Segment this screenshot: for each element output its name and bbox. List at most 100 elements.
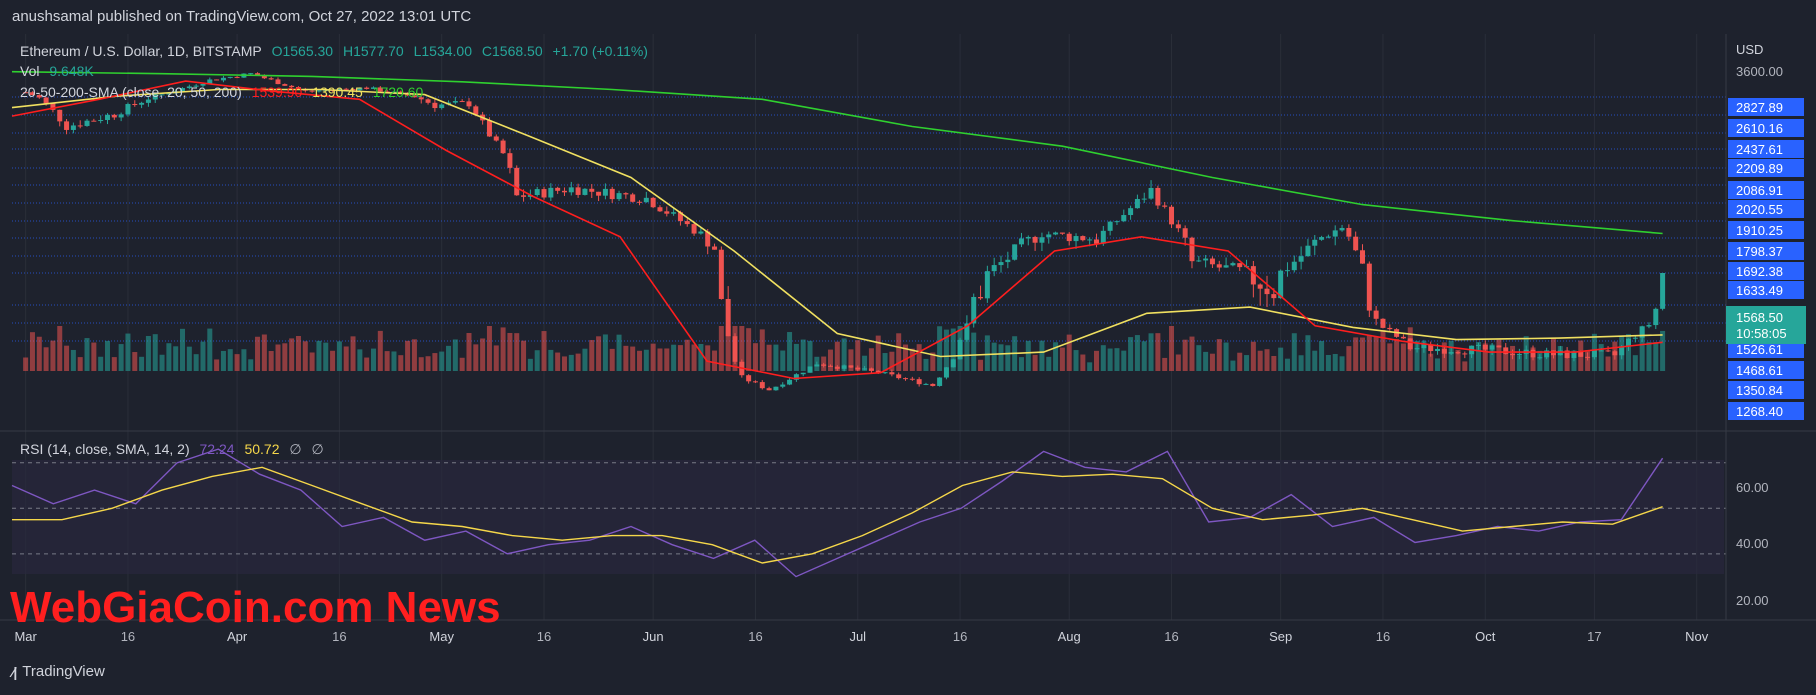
candle-body <box>937 377 943 386</box>
candle-body <box>1012 244 1018 260</box>
volume-bar <box>350 336 356 371</box>
volume-bar <box>766 344 772 371</box>
volume-bar <box>104 340 110 371</box>
volume-bar <box>343 346 349 371</box>
volume-bar <box>1032 354 1038 371</box>
candle-body <box>1305 245 1311 257</box>
volume-bar <box>261 334 267 371</box>
candle-body <box>923 383 929 385</box>
candle-body <box>821 364 827 366</box>
candle-body <box>568 187 574 193</box>
price-tick: 1268.40 <box>1736 404 1783 419</box>
price-axis[interactable]: USD 3600.00 2827.89 2610.16 2437.61 2209.89 20… <box>1726 42 1806 420</box>
candle-body <box>1141 198 1147 200</box>
candle-body <box>1134 198 1140 209</box>
candle-body <box>1039 237 1045 243</box>
candle-body <box>500 140 506 154</box>
volume-bar <box>868 348 874 371</box>
candle-body <box>514 167 520 196</box>
volume-bar <box>1298 355 1304 371</box>
candle-body <box>70 125 76 130</box>
symbol-name[interactable]: Ethereum / U.S. Dollar, 1D, BITSTAMP <box>20 43 262 59</box>
volume-bar <box>1100 345 1106 371</box>
volume-bar <box>1394 339 1400 371</box>
rsi-tick: 40.00 <box>1736 536 1769 551</box>
volume-bar <box>623 345 629 371</box>
sma-label[interactable]: 20-50-200-SMA (close, 20, 50, 200) <box>20 84 242 100</box>
volume-bar <box>1203 351 1209 371</box>
rsi-value: 72.24 <box>199 441 235 457</box>
candle-body <box>439 104 445 109</box>
volume-bar <box>1373 336 1379 371</box>
volume-bar <box>1237 352 1243 371</box>
candle-body <box>984 271 990 299</box>
candle-body <box>57 109 63 122</box>
tradingview-logo[interactable]: ⁄| TradingView <box>12 663 105 680</box>
volume-bar <box>77 357 83 371</box>
candle-body <box>1155 187 1161 206</box>
volume-bar <box>1073 350 1079 371</box>
volume-bar <box>1366 335 1372 371</box>
volume-bar <box>521 340 527 371</box>
candle-body <box>234 76 240 78</box>
legend-sma: 20-50-200-SMA (close, 20, 50, 200) 1539.… <box>20 84 429 100</box>
price-tick: 2610.16 <box>1736 121 1783 136</box>
time-label: Oct <box>1475 629 1496 644</box>
rsi-label[interactable]: RSI (14, close, SMA, 14, 2) <box>20 441 190 457</box>
volume-bar <box>1380 330 1386 371</box>
tradingview-brand: TradingView <box>22 663 105 680</box>
volume-bar <box>1087 362 1093 371</box>
candle-body <box>459 101 465 103</box>
candle-body <box>1223 265 1229 268</box>
candle-body <box>98 120 104 122</box>
volume-bar <box>1134 335 1140 371</box>
candle-body <box>1448 352 1454 354</box>
volume-bar <box>336 341 342 371</box>
candle-body <box>1203 258 1209 261</box>
candle-body <box>1530 349 1536 358</box>
candle-body <box>466 101 472 107</box>
volume-bar <box>70 349 76 371</box>
candle-body <box>555 187 561 191</box>
volume-bar <box>589 340 595 371</box>
high-value: H1577.70 <box>342 43 404 59</box>
volume-bar <box>1223 342 1229 371</box>
volume-bar <box>411 339 417 371</box>
candle-body <box>118 114 124 118</box>
volume-bar <box>780 350 786 371</box>
candle-body <box>712 246 718 250</box>
volume-bar <box>1216 339 1222 371</box>
candle-body <box>1489 345 1495 350</box>
volume-bar <box>473 344 479 371</box>
candle-body <box>596 191 602 196</box>
volume-bar <box>875 335 881 371</box>
candle-body <box>1073 236 1079 242</box>
volume-bar <box>705 345 711 371</box>
candle-body <box>868 368 874 371</box>
price-tick: 1798.37 <box>1736 244 1783 259</box>
candle-body <box>1441 348 1447 354</box>
volume-bar <box>452 339 458 371</box>
candle-body <box>746 375 752 382</box>
candle-body <box>132 104 138 106</box>
volume-bar <box>1353 337 1359 371</box>
volume-bar <box>193 354 199 371</box>
volume-bar <box>827 349 833 371</box>
candle-body <box>1284 270 1290 272</box>
candle-body <box>64 121 70 130</box>
volume-bar <box>534 350 540 371</box>
volume-bar <box>507 332 513 371</box>
time-label: 17 <box>1587 629 1601 644</box>
candle-body <box>1264 288 1270 295</box>
candle-body <box>848 365 854 368</box>
volume-bar <box>575 353 581 371</box>
candle-body <box>1612 351 1618 356</box>
legend-main: Ethereum / U.S. Dollar, 1D, BITSTAMP O15… <box>20 43 654 59</box>
candle-body <box>1400 336 1406 339</box>
candle-body <box>1653 308 1659 326</box>
vol-label[interactable]: Vol <box>20 63 39 79</box>
candle-body <box>1598 350 1604 352</box>
volume-bar <box>582 348 588 371</box>
volume-bar <box>712 350 718 371</box>
volume-bar <box>125 333 131 371</box>
